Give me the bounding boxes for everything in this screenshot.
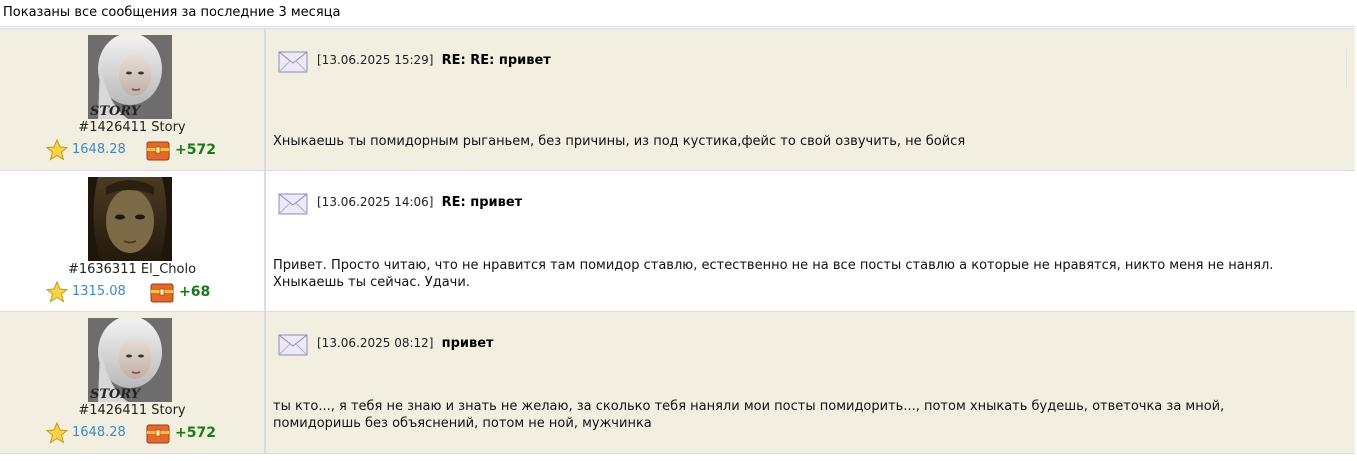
chest-icon	[150, 283, 174, 303]
svg-text:STORY: STORY	[90, 387, 142, 402]
username[interactable]: #1426411 Story	[0, 120, 264, 135]
chest-icon	[146, 424, 170, 444]
message-date: [13.06.2025 15:29]	[317, 53, 434, 67]
message-text: ты кто..., я тебя не знаю и знать не жел…	[273, 399, 1225, 431]
karma-value: +572	[175, 425, 216, 441]
info-bar: Показаны все сообщения за последние 3 ме…	[0, 0, 1355, 27]
star-icon	[46, 281, 68, 303]
message-row: STORY #1426411 Story 1648.28 +572 [13.06…	[0, 28, 1355, 171]
user-panel: #1636311 El_Cholo 1315.08 +68	[0, 171, 266, 311]
avatar[interactable]: STORY	[88, 35, 172, 119]
envelope-icon	[278, 193, 308, 215]
message-header: [13.06.2025 08:12] привет	[317, 336, 494, 351]
avatar[interactable]	[88, 177, 172, 261]
message-body: [13.06.2025 08:12] привет ты кто..., я т…	[266, 312, 1355, 453]
username[interactable]: #1636311 El_Cholo	[0, 262, 264, 277]
message-body: [13.06.2025 15:29] RE: RE: привет Хныкае…	[266, 29, 1355, 170]
karma-value: +572	[175, 142, 216, 158]
envelope-icon	[278, 51, 308, 73]
message-date: [13.06.2025 14:06]	[317, 195, 434, 209]
info-text: Показаны все сообщения за последние 3 ме…	[3, 5, 341, 20]
message-header: [13.06.2025 15:29] RE: RE: привет	[317, 53, 551, 68]
message-subject[interactable]: привет	[442, 336, 494, 351]
user-panel: STORY #1426411 Story 1648.28 +572	[0, 29, 266, 170]
message-body: [13.06.2025 14:06] RE: привет Привет. Пр…	[266, 171, 1355, 311]
star-icon	[46, 422, 68, 444]
username[interactable]: #1426411 Story	[0, 403, 264, 418]
user-stats: 1648.28 +572	[46, 139, 246, 161]
divider	[1346, 49, 1347, 89]
message-text: Хныкаешь ты помидорным рыганьем, без при…	[273, 134, 966, 149]
message-row: #1636311 El_Cholo 1315.08 +68 [13.06.202…	[0, 170, 1355, 312]
message-subject[interactable]: RE: RE: привет	[442, 53, 551, 68]
message-date: [13.06.2025 08:12]	[317, 336, 434, 350]
avatar[interactable]: STORY	[88, 318, 172, 402]
rating-value: 1648.28	[72, 142, 126, 157]
message-text: Привет. Просто читаю, что не нравится та…	[273, 258, 1274, 290]
rating-value: 1315.08	[72, 284, 126, 299]
envelope-icon	[278, 334, 308, 356]
user-stats: 1648.28 +572	[46, 422, 246, 444]
rating-value: 1648.28	[72, 425, 126, 440]
star-icon	[46, 139, 68, 161]
karma-value: +68	[179, 284, 211, 300]
user-stats: 1315.08 +68	[46, 281, 246, 303]
chest-icon	[146, 141, 170, 161]
message-header: [13.06.2025 14:06] RE: привет	[317, 195, 522, 210]
svg-text:STORY: STORY	[90, 104, 142, 119]
message-subject[interactable]: RE: привет	[442, 195, 523, 210]
user-panel: STORY #1426411 Story 1648.28 +572	[0, 312, 266, 453]
message-row: STORY #1426411 Story 1648.28 +572 [13.06…	[0, 311, 1355, 454]
